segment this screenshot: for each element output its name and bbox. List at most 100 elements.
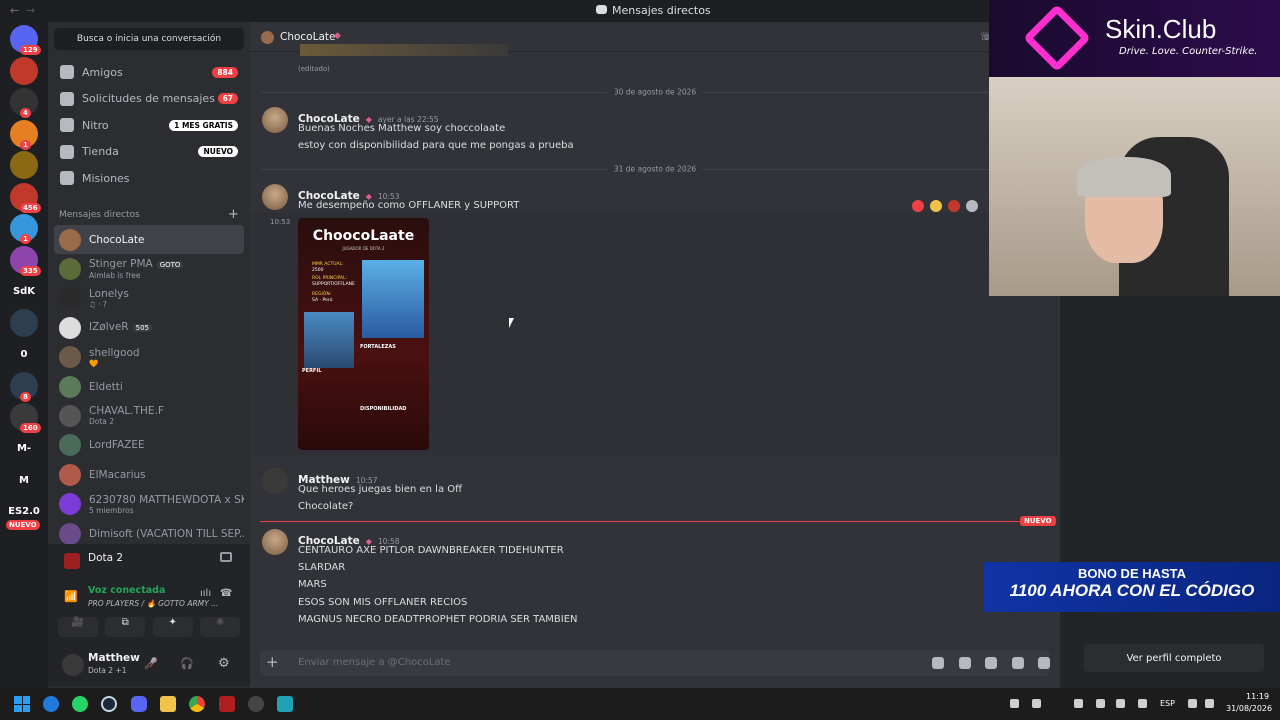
header-avatar: [261, 31, 274, 44]
dm-name: shellgood: [89, 346, 140, 359]
card-region-label: REGIÓN:: [312, 292, 332, 297]
mic-muted-icon[interactable]: 🎤̸: [144, 657, 158, 670]
chevron-up-icon[interactable]: [1010, 699, 1019, 708]
forward-arrow-icon[interactable]: →: [26, 4, 35, 17]
dm-item[interactable]: 6230780 MATTHEWDOTA x SKI... 5 miembros: [54, 490, 244, 519]
dm-status: Dota 2: [89, 417, 115, 427]
noise-icon[interactable]: ıılı: [200, 588, 211, 599]
dm-avatar: [59, 493, 81, 516]
laugh-reaction-icon[interactable]: [930, 200, 942, 212]
message-avatar[interactable]: [262, 107, 288, 133]
user-avatar[interactable]: [62, 654, 84, 676]
app-icon[interactable]: [277, 696, 293, 712]
dm-item[interactable]: Stinger PMA GOTO Aimlab is free: [54, 254, 244, 283]
whatsapp-icon[interactable]: [72, 696, 88, 712]
settings-gear-icon[interactable]: ⚙: [218, 656, 230, 671]
tray-app-icon[interactable]: [1096, 699, 1105, 708]
dm-item[interactable]: ElMacarius: [54, 460, 244, 489]
message-avatar[interactable]: [262, 468, 288, 494]
user-panel: Dota 2 📶 Voz conectada PRO PLAYERS / 🔥 G…: [48, 544, 250, 686]
header-name: ChocoLate: [280, 31, 336, 43]
add-reaction-icon[interactable]: [966, 200, 978, 212]
windows-start-icon[interactable]: [14, 696, 30, 712]
nav-item[interactable]: Tienda NUEVO: [54, 139, 244, 165]
language-indicator[interactable]: ESP: [1160, 699, 1175, 708]
search-input[interactable]: Busca o inicia una conversación: [54, 28, 244, 50]
promo-pill: 1 MES GRATIS: [169, 119, 238, 131]
nav-item[interactable]: Amigos 884: [54, 59, 244, 85]
message-text: Buenas Noches Matthew soy choccolaate: [298, 123, 506, 134]
steam-tray-icon[interactable]: [1074, 699, 1083, 708]
count-badge: 67: [217, 93, 238, 105]
network-icon[interactable]: [1188, 699, 1197, 708]
dm-item[interactable]: LordFAZEE: [54, 431, 244, 460]
message-input[interactable]: Enviar mensaje a @ChocoLate: [298, 657, 451, 668]
sticker-icon[interactable]: [985, 657, 998, 669]
message-avatar[interactable]: [262, 529, 288, 555]
back-arrow-icon[interactable]: ←: [10, 4, 19, 17]
hands-reaction-icon[interactable]: [948, 200, 960, 212]
chrome-icon[interactable]: [189, 696, 205, 712]
tray-app-icon[interactable]: [1032, 699, 1041, 708]
new-server-badge: NUEVO: [6, 520, 40, 530]
obs-icon[interactable]: [248, 696, 264, 712]
add-dm-icon[interactable]: +: [228, 207, 239, 222]
profile-card-image[interactable]: ChoocoLaate JUGADOR DE DOTA 2 MMR ACTUAL: 2…: [298, 218, 429, 450]
dm-item[interactable]: Eldetti: [54, 372, 244, 401]
steam-icon[interactable]: [101, 696, 117, 712]
camera-icon[interactable]: 🎥: [57, 617, 98, 637]
stream-icon[interactable]: ⧉: [105, 617, 146, 637]
onedrive-icon[interactable]: [1138, 699, 1147, 708]
inbox-icon: [596, 5, 607, 14]
server-icon[interactable]: [10, 308, 38, 337]
previous-image[interactable]: [300, 44, 508, 56]
disconnect-icon[interactable]: ☎: [220, 588, 232, 599]
new-messages-badge: NUEVO: [1020, 516, 1056, 526]
card-availability: DISPONIBILIDAD: [360, 406, 407, 412]
dm-item[interactable]: CHAVAL.THE.F Dota 2: [54, 401, 244, 430]
user-status: Dota 2 +1: [88, 666, 127, 675]
message-text: ESOS SON MIS OFFLANER RECIOS: [298, 597, 468, 608]
attach-plus-icon[interactable]: +: [266, 653, 279, 671]
message-avatar[interactable]: [262, 184, 288, 210]
soundboard-icon[interactable]: ✺: [200, 617, 241, 637]
gif-icon[interactable]: [958, 657, 971, 669]
clock-date[interactable]: 31/08/2026: [1226, 704, 1272, 713]
edge-icon[interactable]: [43, 696, 59, 712]
server-icon[interactable]: [10, 56, 38, 85]
emoji-icon[interactable]: [1011, 657, 1024, 669]
server-icon[interactable]: M: [10, 466, 38, 494]
dm-name: Dimisoft (VACATION TILL SEP...: [89, 527, 244, 540]
dm-item[interactable]: Lonelys ♫ · ?: [54, 284, 244, 313]
server-icon[interactable]: [10, 151, 38, 179]
bluetooth-icon[interactable]: [1116, 699, 1125, 708]
card-mmr: 2500: [312, 268, 324, 273]
screen-share-icon[interactable]: [220, 552, 232, 562]
volume-icon[interactable]: [1205, 699, 1214, 708]
discord-icon[interactable]: [131, 696, 147, 712]
apps-icon[interactable]: [1038, 657, 1051, 669]
server-icon[interactable]: 0: [10, 340, 38, 368]
unread-badge: 456: [20, 202, 41, 213]
gift-icon[interactable]: [932, 657, 944, 669]
server-icon[interactable]: M-: [10, 435, 38, 463]
dm-item[interactable]: ChocoLate: [54, 225, 244, 254]
view-profile-button[interactable]: Ver perfil completo: [1084, 644, 1264, 672]
nav-item[interactable]: Solicitudes de mensajes 67: [54, 86, 244, 112]
heart-reaction-icon[interactable]: [912, 200, 924, 212]
clock-time[interactable]: 11:19: [1246, 692, 1269, 701]
unread-badge: 4: [20, 108, 31, 118]
deafen-icon[interactable]: 🎧: [180, 657, 194, 670]
server-icon[interactable]: SdK: [10, 277, 38, 305]
card-role: SUPPORT/OFFLANE: [312, 282, 355, 287]
nav-item[interactable]: Misiones: [54, 165, 244, 191]
message-text: MARS: [298, 579, 327, 590]
dm-item[interactable]: IZølveR 505: [54, 313, 244, 342]
message-composer[interactable]: + Enviar mensaje a @ChocoLate: [260, 650, 1051, 676]
activity-icon[interactable]: ✦: [152, 617, 193, 637]
folder-icon[interactable]: [160, 696, 176, 712]
dota-taskbar-icon[interactable]: [219, 696, 235, 712]
nav-item[interactable]: Nitro 1 MES GRATIS: [54, 112, 244, 138]
window-title: Mensajes directos: [612, 4, 711, 17]
dm-item[interactable]: shellgood 🧡: [54, 343, 244, 372]
